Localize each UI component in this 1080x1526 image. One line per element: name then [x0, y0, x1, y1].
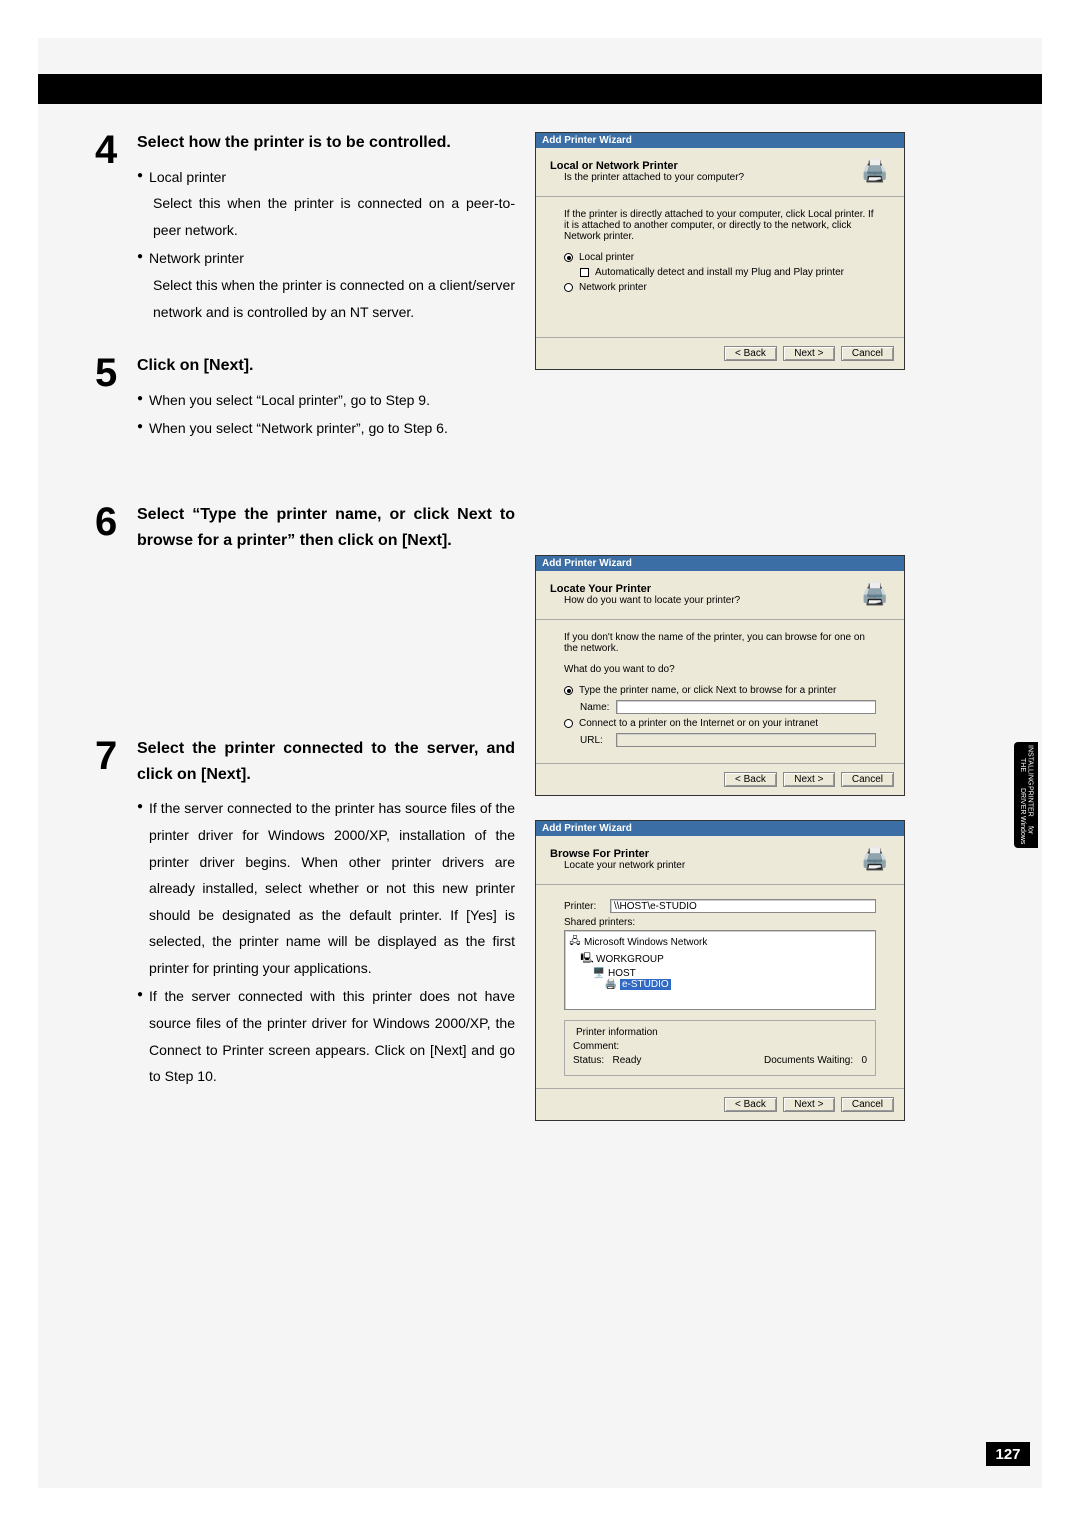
dialog-instruction: If you don't know the name of the printe…: [564, 632, 876, 654]
page-number: 127: [986, 1442, 1030, 1466]
bullet-lead: Network printer: [149, 245, 244, 272]
status-label: Status:: [573, 1055, 604, 1066]
dialog-subheader: Locate your network printer: [550, 860, 685, 871]
step-6: 6 Select “Type the printer name, or clic…: [95, 502, 515, 561]
step-number: 6: [95, 502, 137, 561]
radio-icon: [564, 719, 573, 728]
step-5: 5 Click on [Next]. When you select “Loca…: [95, 353, 515, 442]
printer-small-icon: 🖨️: [604, 979, 618, 990]
step-title: Select how the printer is to be controll…: [137, 130, 515, 156]
tree-item[interactable]: Microsoft Windows Network: [584, 937, 707, 948]
dialog-header: Browse For Printer: [550, 848, 649, 860]
dialog-title: Add Printer Wizard: [536, 556, 904, 571]
next-button[interactable]: Next >: [783, 346, 835, 361]
bullet-text: If the server connected to the printer h…: [149, 795, 515, 981]
network-icon: 🖧: [568, 934, 582, 951]
url-label: URL:: [580, 735, 616, 746]
host-icon: 🖥️: [592, 968, 606, 979]
printer-info-group: Printer information Comment: Status: Rea…: [564, 1020, 876, 1076]
checkbox-icon: [580, 268, 589, 277]
step-title: Select the printer connected to the serv…: [137, 736, 515, 787]
radio-icon: [564, 253, 573, 262]
printer-icon: 🖨️: [860, 579, 890, 609]
step-4: 4 Select how the printer is to be contro…: [95, 130, 515, 325]
radio-local-printer[interactable]: Local printer: [564, 252, 876, 263]
step-7: 7 Select the printer connected to the se…: [95, 736, 515, 1090]
dialog-local-network: Add Printer Wizard Local or Network Prin…: [535, 132, 905, 370]
shared-label: Shared printers:: [564, 917, 876, 928]
dialog-instruction: If the printer is directly attached to y…: [564, 209, 876, 242]
printer-icon: 🖨️: [860, 156, 890, 186]
dialog-browse-printer: Add Printer Wizard Browse For Printer Lo…: [535, 820, 905, 1121]
workgroup-icon: 🖳: [580, 951, 594, 968]
dialog-title: Add Printer Wizard: [536, 821, 904, 836]
cancel-button[interactable]: Cancel: [841, 1097, 894, 1112]
printer-label: Printer:: [564, 901, 606, 912]
step-number: 4: [95, 130, 137, 325]
tab-line: for Windows: [1018, 816, 1033, 844]
step-number: 5: [95, 353, 137, 442]
printer-info-title: Printer information: [573, 1027, 661, 1038]
name-label: Name:: [580, 702, 616, 713]
bullet-text: If the server connected with this printe…: [149, 983, 515, 1089]
tree-item-selected[interactable]: e-STUDIO: [620, 979, 671, 990]
tab-line: INSTALLING THE: [1018, 745, 1033, 785]
dialog-locate-printer: Add Printer Wizard Locate Your Printer H…: [535, 555, 905, 796]
cancel-button[interactable]: Cancel: [841, 346, 894, 361]
step-title: Select “Type the printer name, or click …: [137, 502, 515, 553]
next-button[interactable]: Next >: [783, 1097, 835, 1112]
next-button[interactable]: Next >: [783, 772, 835, 787]
bullet-body: Select this when the printer is connecte…: [137, 272, 515, 325]
radio-internet[interactable]: Connect to a printer on the Internet or …: [564, 718, 876, 729]
left-column: 4 Select how the printer is to be contro…: [95, 130, 515, 1118]
tree-item[interactable]: HOST: [608, 968, 636, 979]
docs-label: Documents Waiting:: [764, 1055, 853, 1066]
step-number: 7: [95, 736, 137, 1090]
radio-type-name[interactable]: Type the printer name, or click Next to …: [564, 685, 876, 696]
back-button[interactable]: < Back: [724, 772, 777, 787]
radio-network-printer[interactable]: Network printer: [564, 282, 876, 293]
comment-label: Comment:: [573, 1041, 619, 1052]
dialog-title: Add Printer Wizard: [536, 133, 904, 148]
checkbox-auto-detect[interactable]: Automatically detect and install my Plug…: [580, 267, 876, 278]
tab-line: PRINTER DRIVER: [1018, 786, 1033, 817]
dialog-header: Local or Network Printer: [550, 160, 678, 172]
printer-icon: 🖨️: [860, 844, 890, 874]
header-black-bar: [38, 74, 1042, 104]
dialog-subheader: Is the printer attached to your computer…: [550, 172, 744, 183]
step-title: Click on [Next].: [137, 353, 515, 379]
status-value: Ready: [612, 1055, 641, 1066]
back-button[interactable]: < Back: [724, 346, 777, 361]
printer-field[interactable]: \\HOST\e-STUDIO: [610, 899, 876, 913]
back-button[interactable]: < Back: [724, 1097, 777, 1112]
docs-value: 0: [861, 1055, 867, 1066]
radio-icon: [564, 686, 573, 695]
tree-item[interactable]: WORKGROUP: [596, 954, 664, 965]
bullet-text: When you select “Network printer”, go to…: [149, 415, 448, 442]
bullet-lead: Local printer: [149, 164, 226, 191]
name-input[interactable]: [616, 700, 876, 714]
bullet-text: When you select “Local printer”, go to S…: [149, 387, 430, 414]
radio-icon: [564, 283, 573, 292]
bullet-body: Select this when the printer is connecte…: [137, 190, 515, 243]
url-input[interactable]: [616, 733, 876, 747]
dialog-header: Locate Your Printer: [550, 583, 651, 595]
dialog-prompt: What do you want to do?: [564, 664, 876, 675]
cancel-button[interactable]: Cancel: [841, 772, 894, 787]
chapter-tab: INSTALLING THE PRINTER DRIVER for Window…: [1014, 742, 1038, 848]
printer-tree[interactable]: 🖧Microsoft Windows Network 🖳WORKGROUP 🖥️…: [564, 930, 876, 1010]
dialog-subheader: How do you want to locate your printer?: [550, 595, 740, 606]
